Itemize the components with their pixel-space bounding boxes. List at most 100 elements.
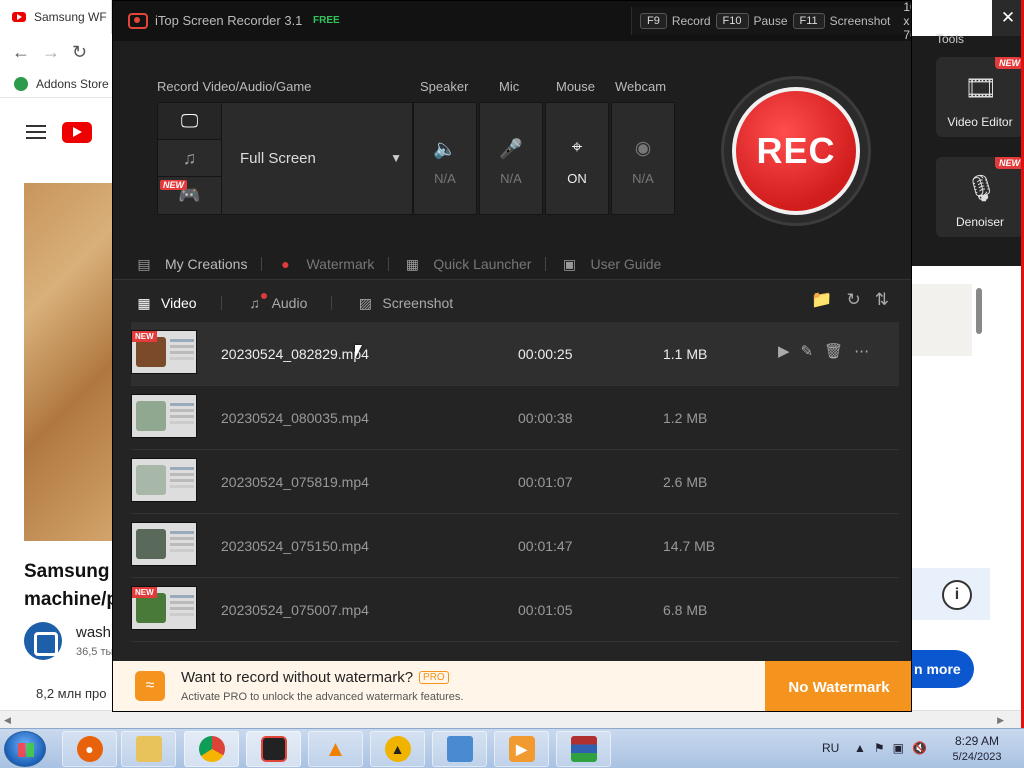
- resolution-readout: 1024 x 768: [903, 0, 911, 42]
- scroll-right-icon[interactable]: ▶: [997, 715, 1004, 726]
- mic-button[interactable]: 🎤 N/A: [479, 102, 543, 215]
- table-row[interactable]: 20230524_075150.mp4 00:01:47 14.7 MB: [131, 514, 899, 578]
- table-row[interactable]: 20230524_075819.mp4 00:01:07 2.6 MB: [131, 450, 899, 514]
- youtube-logo[interactable]: [62, 121, 92, 143]
- webcam-button[interactable]: ◉ N/A: [611, 102, 675, 215]
- menu-icon[interactable]: [26, 125, 46, 139]
- speaker-button[interactable]: 🔈 N/A: [413, 102, 477, 215]
- my-creations-link[interactable]: ▤ My Creations: [135, 256, 247, 272]
- record-mode-panel: 🖵 ♫ NEW 🎮 Full Screen ▼: [157, 102, 413, 215]
- recording-thumbnail[interactable]: [131, 458, 197, 502]
- new-badge: NEW: [995, 157, 1024, 169]
- taskbar-firefox[interactable]: ●: [62, 731, 117, 767]
- taskbar-browser[interactable]: [184, 731, 239, 767]
- start-button[interactable]: [4, 731, 46, 767]
- recording-thumbnail[interactable]: [131, 522, 197, 566]
- unread-dot: [260, 293, 267, 299]
- mic-status: N/A: [500, 171, 522, 186]
- flag-icon[interactable]: ⚑: [874, 741, 885, 755]
- recorder-close-button[interactable]: ✕: [992, 0, 1024, 36]
- network-icon[interactable]: ▣: [893, 741, 904, 755]
- rec-button[interactable]: REC: [721, 76, 871, 226]
- refresh-icon[interactable]: ↻: [847, 290, 861, 310]
- taskbar-control-panel[interactable]: [432, 731, 487, 767]
- hotkey-pause-label: Pause: [753, 14, 788, 28]
- taskbar-app-a[interactable]: ▲: [370, 731, 425, 767]
- recording-thumbnail[interactable]: NEW: [131, 586, 197, 630]
- edit-icon[interactable]: ✎: [801, 342, 814, 360]
- play-icon[interactable]: ▶: [778, 342, 790, 360]
- reload-icon[interactable]: ↻: [72, 42, 87, 63]
- recording-duration: 00:00:25: [518, 346, 573, 362]
- taskbar-vlc[interactable]: ▲: [308, 731, 363, 767]
- speaker-status: N/A: [434, 171, 456, 186]
- hotkey-screenshot-key: F11: [792, 13, 825, 29]
- app-title: iTop Screen Recorder 3.1: [155, 13, 303, 28]
- page-scrollbar[interactable]: [976, 288, 982, 334]
- a-logo-icon: ▲: [384, 736, 411, 762]
- recording-size: 1.2 MB: [663, 410, 708, 426]
- language-indicator[interactable]: RU: [822, 741, 839, 755]
- browser-right-area: ✕ Tools NEW 🎞 Video Editor NEW 🎙 Denoise…: [912, 0, 1024, 728]
- audio-mode-button[interactable]: ♫: [158, 140, 221, 177]
- tab-screenshot[interactable]: ▨ Screenshot: [356, 295, 453, 311]
- watermark-link[interactable]: ● Watermark: [276, 256, 374, 272]
- bookmark-addons-store[interactable]: Addons Store: [36, 77, 109, 91]
- hotkey-bar: F9 Record F10 Pause F11 Screenshot 1024 …: [631, 1, 911, 42]
- browser-tab[interactable]: Samsung WF: [0, 0, 112, 34]
- user-guide-link[interactable]: ▣ User Guide: [560, 256, 661, 272]
- table-row[interactable]: NEW 20230524_075007.mp4 00:01:05 6.8 MB: [131, 578, 899, 642]
- creations-icon: ▤: [137, 256, 151, 272]
- taskbar-recorder[interactable]: [246, 731, 301, 767]
- video-editor-tool[interactable]: NEW 🎞 Video Editor: [936, 57, 1024, 137]
- capture-area-value: Full Screen: [240, 150, 316, 167]
- taskbar-archiver[interactable]: [556, 731, 611, 767]
- screen-mode-button[interactable]: 🖵: [158, 103, 221, 140]
- video-player[interactable]: [24, 183, 112, 541]
- clock-time[interactable]: 8:29 AM: [944, 734, 1010, 748]
- video-title: Samsung V machine/p: [24, 561, 114, 610]
- mode-column: 🖵 ♫ NEW 🎮: [158, 103, 222, 214]
- banner-subtitle: Activate PRO to unlock the advanced wate…: [181, 691, 464, 703]
- trash-icon[interactable]: 🗑: [824, 342, 843, 360]
- quick-launcher-link[interactable]: ▦ Quick Launcher: [403, 256, 532, 272]
- scroll-left-icon[interactable]: ◀: [4, 715, 11, 726]
- more-icon[interactable]: ⋯: [854, 342, 869, 360]
- channel-avatar[interactable]: [24, 622, 62, 660]
- microphone-icon: 🎙: [964, 173, 998, 203]
- recording-thumbnail[interactable]: [131, 394, 197, 438]
- channel-name[interactable]: wash: [76, 624, 111, 641]
- recording-filename: 20230524_075150.mp4: [221, 538, 369, 554]
- recording-thumbnail[interactable]: NEW: [131, 330, 197, 374]
- denoiser-tool[interactable]: NEW 🎙 Denoiser: [936, 157, 1024, 237]
- back-icon[interactable]: ←: [12, 42, 30, 63]
- capture-area-select[interactable]: Full Screen ▼: [224, 103, 412, 214]
- tab-video[interactable]: ▦ Video: [135, 295, 196, 311]
- sort-icon[interactable]: ⇅: [875, 290, 889, 310]
- table-row[interactable]: 20230524_080035.mp4 00:00:38 1.2 MB: [131, 386, 899, 450]
- clock-date[interactable]: 5/24/2023: [944, 751, 1010, 763]
- learn-more-button[interactable]: n more: [912, 650, 974, 688]
- tray-icons: ▲ ⚑ ▣ 🔇: [854, 741, 927, 755]
- library-tabs: ▦ Video ♫ Audio ▨ Screenshot: [135, 292, 477, 314]
- bookmark-bar: Addons Store: [0, 70, 112, 98]
- tab-audio[interactable]: ♫ Audio: [246, 293, 307, 311]
- game-mode-button[interactable]: NEW 🎮: [158, 177, 221, 214]
- taskbar-explorer[interactable]: [121, 731, 176, 767]
- chevron-up-icon[interactable]: ▲: [854, 741, 866, 755]
- ad-placeholder: [912, 284, 972, 356]
- no-watermark-button[interactable]: No Watermark: [765, 661, 911, 711]
- recording-size: 1.1 MB: [663, 346, 708, 362]
- video-editor-label: Video Editor: [947, 115, 1013, 129]
- recording-duration: 00:01:47: [518, 538, 573, 554]
- volume-muted-icon[interactable]: 🔇: [912, 741, 927, 755]
- recording-duration: 00:01:07: [518, 474, 573, 490]
- browser-icon: [198, 736, 225, 762]
- taskbar-media-player[interactable]: ▶: [494, 731, 549, 767]
- forward-icon[interactable]: →: [42, 42, 60, 63]
- folder-icon[interactable]: 📁: [811, 290, 832, 310]
- horizontal-scrollbar[interactable]: ◀ ▶: [0, 710, 1024, 728]
- table-row[interactable]: NEW 20230524_082829.mp4 00:00:25 1.1 MB …: [131, 322, 899, 386]
- info-icon[interactable]: i: [942, 580, 972, 610]
- mouse-button[interactable]: ⌖ ON: [545, 102, 609, 215]
